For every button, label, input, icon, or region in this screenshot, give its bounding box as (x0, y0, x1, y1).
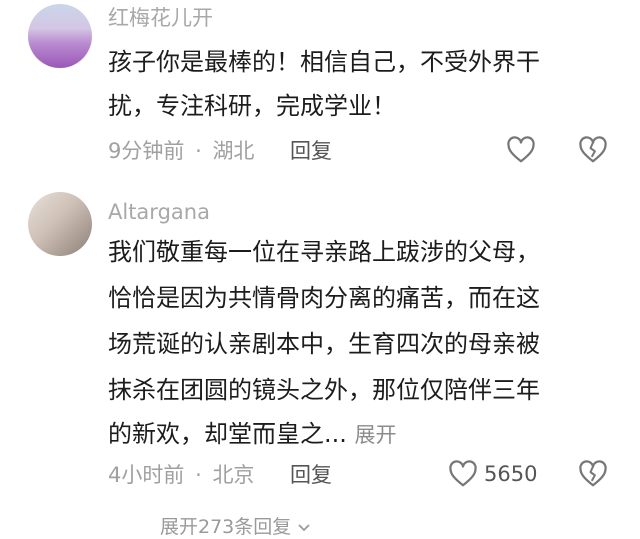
comment-time: 9分钟前 (108, 139, 185, 163)
comment-text-line: 扰，专注科研，完成学业！ (108, 92, 396, 120)
like-button[interactable]: 5650 (448, 460, 537, 488)
comment-text-tail: 的新欢，却堂而皇之... (108, 420, 347, 448)
like-count: 5650 (484, 462, 538, 486)
broken-heart-icon[interactable] (578, 460, 608, 488)
avatar[interactable] (28, 4, 92, 68)
comment-meta: 4小时前 · 北京 (108, 462, 254, 488)
avatar[interactable] (28, 192, 92, 256)
reply-button[interactable]: 回复 (290, 138, 332, 164)
comment-username[interactable]: Altargana (108, 200, 210, 224)
comment-time: 4小时前 (108, 463, 185, 487)
expand-replies-label: 展开273条回复 (160, 516, 292, 538)
meta-separator: · (195, 139, 202, 163)
heart-outline-icon[interactable] (506, 136, 536, 164)
comment-location: 湖北 (212, 139, 255, 163)
comment-location: 北京 (212, 463, 255, 487)
broken-heart-icon[interactable] (578, 136, 608, 164)
comment-text-line: 恰恰是因为共情骨肉分离的痛苦，而在这 (108, 284, 540, 312)
chevron-down-icon (297, 523, 311, 533)
comment-meta: 9分钟前 · 湖北 (108, 138, 254, 164)
comment-username[interactable]: 红梅花儿开 (108, 6, 213, 30)
heart-outline-icon[interactable] (448, 460, 478, 488)
reply-button[interactable]: 回复 (290, 462, 332, 488)
comment-text-line: 的新欢，却堂而皇之... 展开 (108, 412, 397, 457)
comment-text-line: 场荒诞的认亲剧本中，生育四次的母亲被 (108, 330, 540, 358)
comment-text-line: 我们敬重每一位在寻亲路上跋涉的父母， (108, 238, 540, 266)
comment-text-line: 孩子你是最棒的！相信自己，不受外界干 (108, 48, 540, 76)
expand-text-button[interactable]: 展开 (355, 423, 397, 447)
comment-text-line: 抹杀在团圆的镜头之外，那位仅陪伴三年 (108, 376, 540, 404)
meta-separator: · (195, 463, 202, 487)
